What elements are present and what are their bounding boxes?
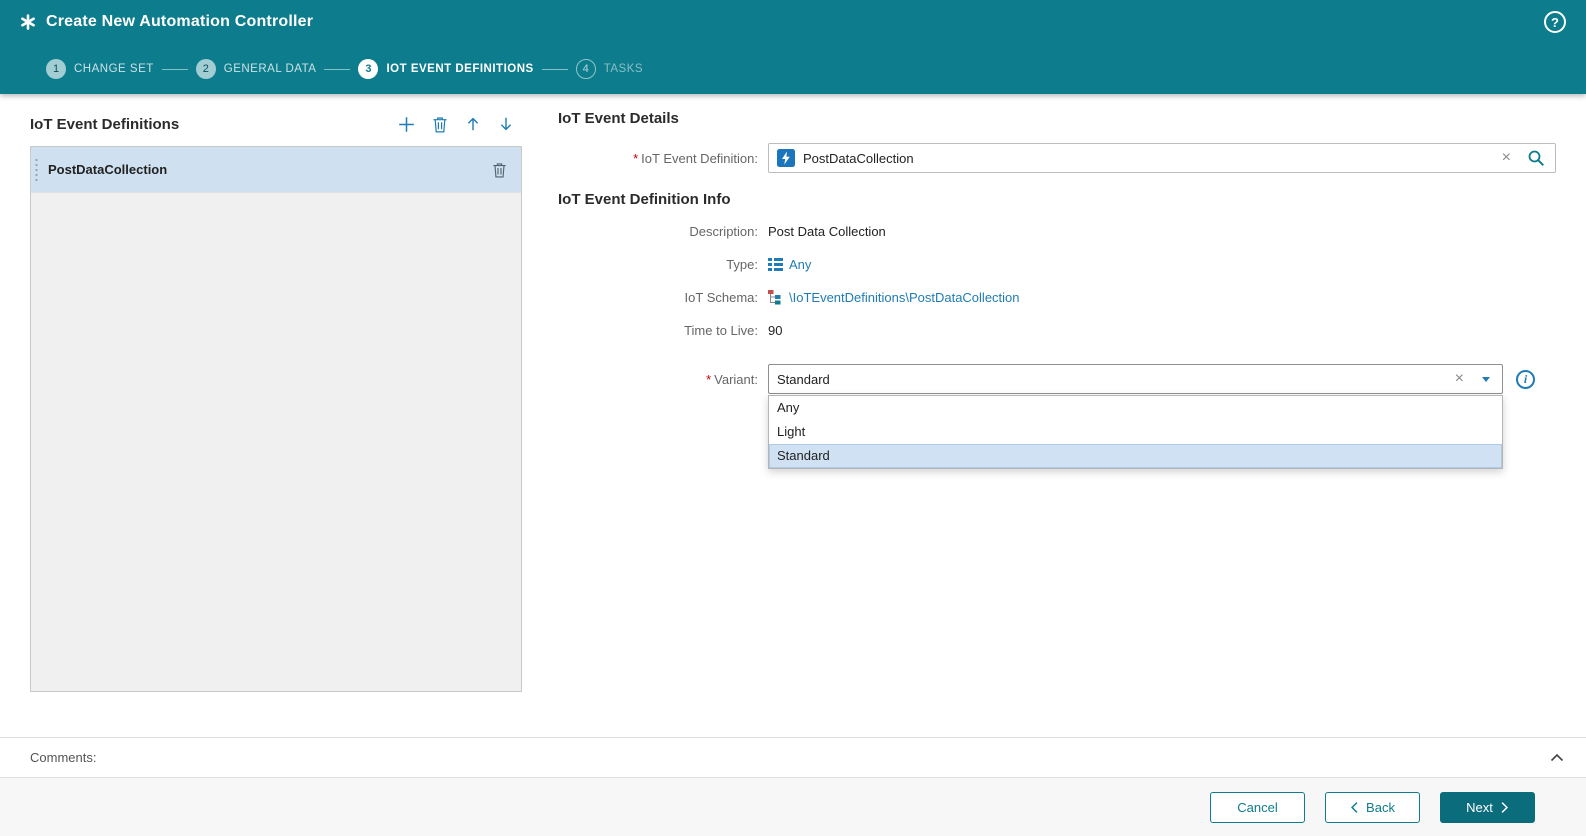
- chevron-right-icon: [1500, 801, 1509, 814]
- step-3-label: IOT EVENT DEFINITIONS: [386, 63, 533, 75]
- dialog-header: Create New Automation Controller ? 1 CHA…: [0, 0, 1586, 94]
- variant-input[interactable]: [777, 372, 1445, 387]
- comments-section: Comments:: [0, 737, 1586, 777]
- type-icon: [768, 258, 783, 271]
- event-definition-name: PostDataCollection: [48, 162, 492, 177]
- step-iot-event-definitions[interactable]: 3 IOT EVENT DEFINITIONS: [358, 59, 533, 79]
- automation-controller-icon: [20, 14, 36, 30]
- chevron-down-icon: [1482, 377, 1490, 382]
- step-general-data[interactable]: 2 GENERAL DATA: [196, 59, 317, 79]
- wizard-progress: 1 CHANGE SET 2 GENERAL DATA 3 IOT EVENT …: [0, 44, 1586, 94]
- variant-row: *Variant: × Any Light Standard: [558, 364, 1556, 394]
- arrow-up-icon: [465, 116, 481, 132]
- drag-handle-icon[interactable]: [34, 158, 39, 182]
- description-value: Post Data Collection: [768, 224, 886, 239]
- search-definition-button[interactable]: [1521, 149, 1549, 167]
- time-to-live-label: Time to Live:: [558, 323, 758, 338]
- variant-combobox[interactable]: ×: [768, 364, 1503, 394]
- info-section-title: IoT Event Definition Info: [558, 191, 1556, 208]
- arrow-down-icon: [498, 116, 514, 132]
- step-2-number: 2: [196, 59, 216, 79]
- variant-field: × Any Light Standard: [768, 364, 1503, 394]
- list-item-postdatacollection[interactable]: PostDataCollection: [31, 147, 521, 193]
- type-label: Type:: [558, 257, 758, 272]
- list-toolbar: [398, 116, 514, 133]
- left-panel-title: IoT Event Definitions: [30, 116, 179, 133]
- time-to-live-row: Time to Live: 90: [558, 320, 1556, 340]
- time-to-live-value: 90: [768, 323, 782, 338]
- schema-icon: [768, 290, 783, 305]
- variant-dropdown-toggle[interactable]: [1474, 377, 1496, 382]
- header-title-row: Create New Automation Controller ?: [0, 0, 1586, 44]
- search-icon: [1527, 149, 1545, 167]
- required-asterisk: *: [706, 372, 711, 387]
- page-title: Create New Automation Controller: [46, 13, 1544, 31]
- iot-event-details-panel: IoT Event Details *IoT Event Definition:…: [558, 110, 1556, 737]
- definition-label: *IoT Event Definition:: [558, 151, 758, 166]
- description-row: Description: Post Data Collection: [558, 221, 1556, 241]
- trash-icon: [492, 162, 507, 178]
- schema-row: IoT Schema: \IoTEventDefinitions\PostDat…: [558, 287, 1556, 307]
- help-icon[interactable]: ?: [1544, 11, 1566, 33]
- step-2-label: GENERAL DATA: [224, 63, 317, 75]
- schema-link[interactable]: \IoTEventDefinitions\PostDataCollection: [789, 290, 1020, 305]
- details-title: IoT Event Details: [558, 110, 1556, 127]
- type-link[interactable]: Any: [789, 257, 811, 272]
- delete-event-definition-button[interactable]: [432, 116, 448, 133]
- chevron-up-icon: [1550, 752, 1564, 763]
- cancel-button[interactable]: Cancel: [1210, 792, 1305, 823]
- required-asterisk: *: [633, 151, 638, 166]
- step-1-label: CHANGE SET: [74, 63, 154, 75]
- variant-info-icon[interactable]: i: [1516, 370, 1535, 389]
- variant-option-light[interactable]: Light: [769, 420, 1502, 444]
- back-button[interactable]: Back: [1325, 792, 1420, 823]
- definition-combobox: ×: [768, 143, 1556, 173]
- clear-variant-button[interactable]: ×: [1445, 371, 1474, 387]
- step-change-set[interactable]: 1 CHANGE SET: [46, 59, 154, 79]
- chevron-left-icon: [1350, 801, 1359, 814]
- left-panel-header: IoT Event Definitions: [30, 110, 522, 138]
- comments-collapse-button[interactable]: [1550, 752, 1564, 763]
- iot-event-definitions-panel: IoT Event Definitions: [30, 110, 522, 737]
- schema-label: IoT Schema:: [558, 290, 758, 305]
- type-row: Type: Any: [558, 254, 1556, 274]
- add-event-definition-button[interactable]: [398, 116, 415, 133]
- step-1-number: 1: [46, 59, 66, 79]
- variant-dropdown-list: Any Light Standard: [768, 395, 1503, 469]
- step-connector: [162, 69, 188, 70]
- definition-input[interactable]: [803, 151, 1492, 166]
- main-content: IoT Event Definitions: [0, 94, 1586, 737]
- event-definitions-list[interactable]: PostDataCollection: [30, 146, 522, 692]
- definition-row: *IoT Event Definition: ×: [558, 143, 1556, 173]
- trash-icon: [432, 116, 448, 133]
- iot-event-definition-icon: [777, 149, 795, 167]
- step-connector: [324, 69, 350, 70]
- step-3-number: 3: [358, 59, 378, 79]
- variant-option-any[interactable]: Any: [769, 396, 1502, 420]
- row-delete-button[interactable]: [492, 162, 507, 178]
- create-automation-controller-dialog: Create New Automation Controller ? 1 CHA…: [0, 0, 1586, 836]
- step-4-number: 4: [576, 59, 596, 79]
- clear-definition-button[interactable]: ×: [1492, 150, 1521, 166]
- step-tasks[interactable]: 4 TASKS: [576, 59, 643, 79]
- variant-label: *Variant:: [558, 372, 758, 387]
- footer-bar: Cancel Back Next: [0, 777, 1586, 836]
- plus-icon: [398, 116, 415, 133]
- step-4-label: TASKS: [604, 63, 643, 75]
- move-up-button[interactable]: [465, 116, 481, 132]
- comments-label: Comments:: [30, 750, 96, 765]
- move-down-button[interactable]: [498, 116, 514, 132]
- variant-option-standard[interactable]: Standard: [769, 444, 1502, 468]
- next-button[interactable]: Next: [1440, 792, 1535, 823]
- description-label: Description:: [558, 224, 758, 239]
- step-connector: [542, 69, 568, 70]
